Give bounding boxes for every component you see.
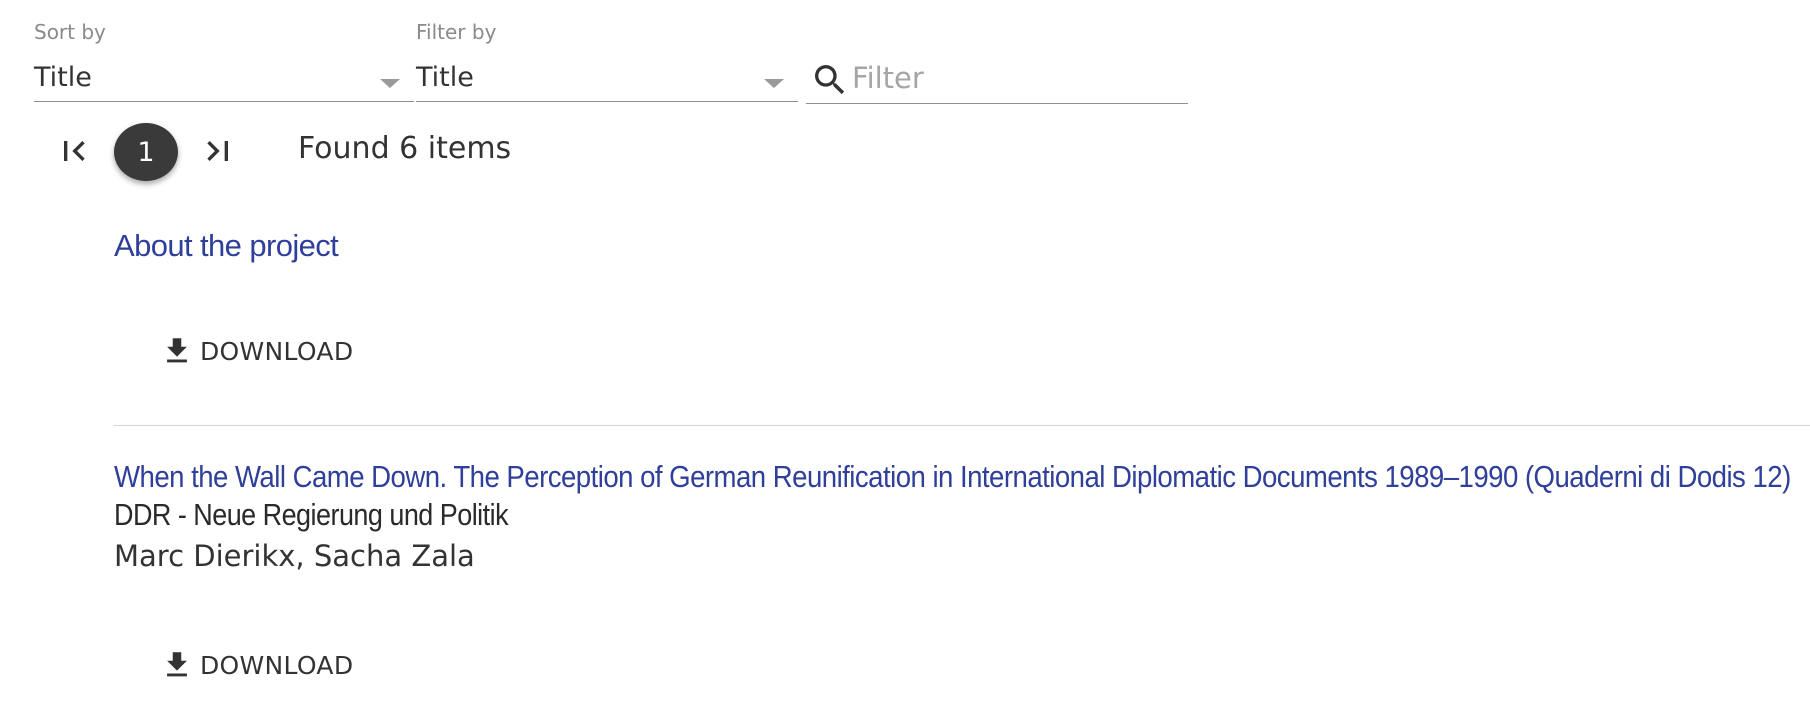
chevron-down-icon <box>380 79 400 88</box>
filter-field[interactable] <box>806 56 1188 104</box>
sort-by-value: Title <box>34 62 92 93</box>
last-page-icon[interactable] <box>198 131 238 171</box>
download-label: DOWNLOAD <box>200 650 354 680</box>
first-page-icon[interactable] <box>54 131 94 171</box>
download-button[interactable]: DOWNLOAD <box>160 643 353 687</box>
download-label: DOWNLOAD <box>200 336 354 366</box>
results-count: Found 6 items <box>298 131 512 166</box>
filter-by-select[interactable]: Title <box>416 58 798 102</box>
page-1-button[interactable]: 1 <box>114 123 178 181</box>
filter-input[interactable] <box>852 58 1182 98</box>
item-authors: Marc Dierikx, Sacha Zala <box>114 539 475 573</box>
search-icon <box>815 65 845 95</box>
download-button[interactable]: DOWNLOAD <box>160 329 353 373</box>
sort-by-label: Sort by <box>34 20 106 44</box>
filter-by-label: Filter by <box>416 20 497 44</box>
sort-by-select[interactable]: Title <box>34 58 414 102</box>
chevron-down-icon <box>764 79 784 88</box>
download-icon <box>167 652 187 677</box>
filter-by-value: Title <box>416 62 474 93</box>
item-title-link[interactable]: About the project <box>114 228 339 264</box>
download-icon <box>167 338 187 363</box>
item-subtitle: DDR - Neue Regierung und Politik <box>114 497 509 532</box>
item-divider <box>114 425 1810 426</box>
item-title-link[interactable]: When the Wall Came Down. The Perception … <box>114 459 1791 495</box>
